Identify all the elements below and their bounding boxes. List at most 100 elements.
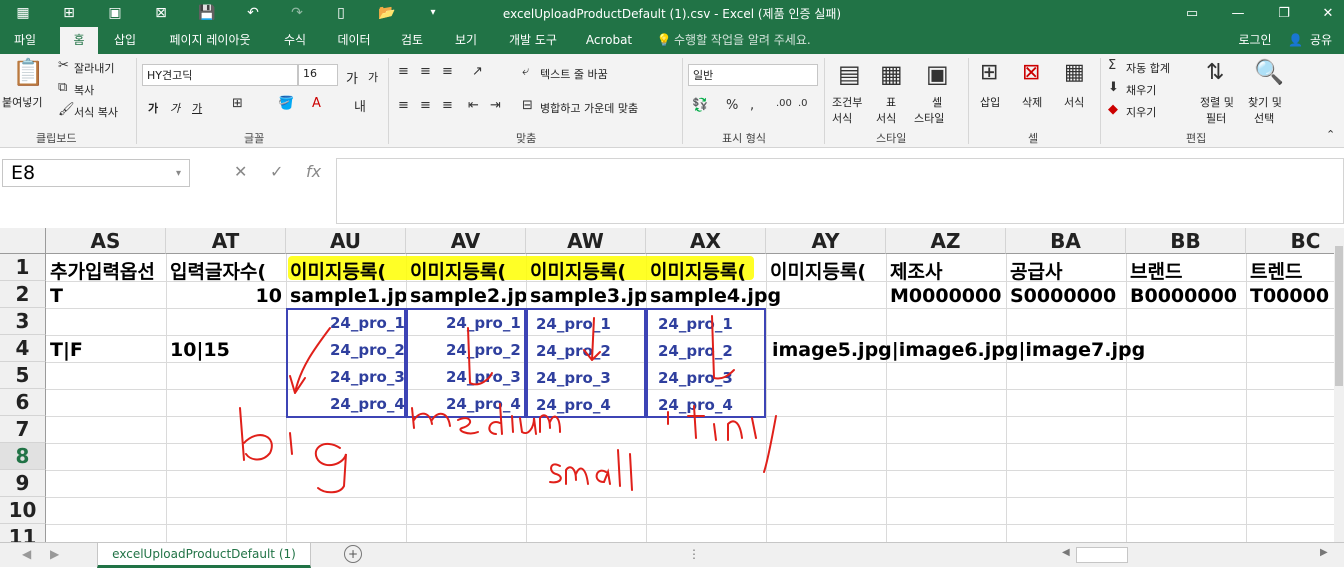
number-format-select[interactable]: 일반 (688, 64, 818, 86)
close-icon[interactable]: ✕ (1316, 4, 1340, 24)
merge-center-button[interactable]: 병합하고 가운데 맞춤 (540, 100, 638, 116)
align-bottom-icon[interactable]: ≡ (442, 64, 453, 79)
fill-button[interactable]: 채우기 (1126, 82, 1156, 98)
decrease-decimal-icon[interactable]: .0 (798, 98, 808, 109)
find-select-button-2[interactable]: 선택 (1254, 110, 1274, 126)
tab-acrobat[interactable]: Acrobat (580, 27, 638, 54)
increase-decimal-icon[interactable]: .00 (776, 98, 792, 109)
format-table-button-2[interactable]: 서식 (876, 110, 896, 126)
tab-home[interactable]: 홈 (60, 27, 98, 54)
font-color-icon[interactable]: A (312, 96, 321, 111)
bold-button[interactable]: 가 (148, 100, 158, 116)
cell-styles-button-2[interactable]: 스타일 (914, 110, 944, 126)
add-sheet-button[interactable]: + (344, 545, 362, 563)
increase-indent-icon[interactable]: ⇥ (490, 98, 501, 113)
horizontal-scroll-thumb[interactable] (1076, 547, 1128, 563)
align-top-icon[interactable]: ≡ (398, 64, 409, 79)
worksheet-grid[interactable]: AS AT AU AV AW AX AY AZ BA BB BC 1 2 3 4… (0, 228, 1344, 542)
decrease-indent-icon[interactable]: ⇤ (468, 98, 479, 113)
tab-view[interactable]: 보기 (446, 27, 486, 54)
tell-me-search[interactable]: 수행할 작업을 알려 주세요. (674, 27, 834, 54)
format-table-button[interactable]: 표 (886, 94, 896, 110)
cancel-icon[interactable]: ✕ (234, 162, 247, 181)
cut-button[interactable]: 잘라내기 (74, 60, 114, 76)
ribbon-display-icon[interactable]: ▭ (1180, 4, 1204, 24)
minimize-icon[interactable]: — (1226, 4, 1250, 24)
tab-page-layout[interactable]: 페이지 레이아웃 (158, 27, 262, 54)
align-middle-icon[interactable]: ≡ (420, 64, 431, 79)
prev-sheet-icon[interactable]: ◀ (22, 547, 31, 561)
wrap-text-button[interactable]: 텍스트 줄 바꿈 (540, 66, 608, 82)
sheet-options-icon[interactable]: ⋮ (688, 547, 700, 561)
formula-input[interactable] (336, 158, 1344, 224)
restore-icon[interactable]: ❐ (1272, 4, 1296, 24)
tab-formulas[interactable]: 수식 (276, 27, 314, 54)
sort-filter-icon: ⇅ (1206, 60, 1225, 85)
vertical-scroll-thumb[interactable] (1335, 246, 1343, 386)
name-box[interactable]: E8 (2, 159, 190, 187)
currency-icon[interactable]: 💱 (692, 98, 708, 113)
format-painter-button[interactable]: 서식 복사 (74, 104, 118, 120)
conditional-format-button[interactable]: 조건부 (832, 94, 862, 110)
align-center-icon[interactable]: ≡ (420, 98, 431, 113)
sheet-tab-bar: ◀ ▶ excelUploadProductDefault (1) + ⋮ ◀ … (0, 542, 1344, 568)
person-icon: 👤 (1288, 33, 1303, 47)
sort-filter-button[interactable]: 정렬 및 (1200, 94, 1234, 110)
italic-button[interactable]: 가 (170, 100, 180, 116)
tab-insert[interactable]: 삽입 (106, 27, 144, 54)
sheet-tab[interactable]: excelUploadProductDefault (1) (97, 543, 311, 568)
find-select-button[interactable]: 찾기 및 (1248, 94, 1282, 110)
font-name-select[interactable]: HY견고딕 (142, 64, 298, 86)
tab-data[interactable]: 데이터 (328, 27, 380, 54)
formula-bar: E8 ▾ ✕ ✓ fx (0, 148, 1344, 228)
percent-icon[interactable]: % (726, 98, 738, 113)
scroll-right-icon[interactable]: ▶ (1320, 547, 1328, 558)
format-table-icon: ▦ (880, 60, 903, 88)
copy-icon: ⧉ (58, 80, 68, 95)
group-label-font: 글꼴 (244, 132, 265, 145)
group-label-styles: 스타일 (876, 132, 907, 145)
share-button[interactable]: 공유 (1304, 27, 1338, 54)
name-box-dropdown-icon[interactable]: ▾ (176, 168, 181, 179)
clipboard-paste-icon[interactable]: 📋 (12, 58, 44, 88)
cell-styles-icon: ▣ (926, 60, 949, 88)
phonetic-icon[interactable]: 내 (354, 96, 366, 115)
autosum-icon: Σ (1108, 58, 1117, 73)
insert-cells-button[interactable]: 삽입 (980, 94, 1000, 110)
login-link[interactable]: 로그인 (1232, 27, 1278, 54)
shrink-font-button[interactable]: 가 (368, 69, 378, 85)
cell-styles-button[interactable]: 셀 (932, 94, 942, 110)
vertical-scrollbar[interactable] (1334, 228, 1344, 542)
grow-font-button[interactable]: 가 (346, 68, 358, 87)
clear-button[interactable]: 지우기 (1126, 104, 1156, 120)
enter-icon[interactable]: ✓ (270, 162, 283, 181)
scissors-icon: ✂ (58, 58, 69, 73)
scroll-left-icon[interactable]: ◀ (1062, 547, 1070, 558)
orientation-icon[interactable]: ↗ (472, 64, 483, 79)
find-select-icon: 🔍 (1254, 58, 1284, 86)
tab-review[interactable]: 검토 (392, 27, 432, 54)
font-size-select[interactable]: 16 (298, 64, 338, 86)
next-sheet-icon[interactable]: ▶ (50, 547, 59, 561)
autosum-button[interactable]: 자동 합계 (1126, 60, 1170, 76)
fill-color-icon[interactable]: 🪣 (278, 96, 294, 111)
paste-button[interactable]: 붙여넣기 (2, 94, 42, 110)
underline-button[interactable]: 가 (192, 100, 202, 116)
border-icon[interactable]: ⊞ (232, 96, 243, 111)
align-left-icon[interactable]: ≡ (398, 98, 409, 113)
tab-file[interactable]: 파일 (4, 27, 46, 54)
format-cells-button[interactable]: 서식 (1064, 94, 1084, 110)
ribbon-home: 📋 붙여넣기 ✂ 잘라내기 ⧉ 복사 🖌 서식 복사 클립보드 HY견고딕 16… (0, 54, 1344, 148)
insert-function-button[interactable]: fx (306, 162, 321, 181)
merge-icon: ⊟ (522, 98, 533, 113)
collapse-ribbon-icon[interactable]: ⌃ (1326, 128, 1335, 141)
tab-developer[interactable]: 개발 도구 (500, 27, 566, 54)
sort-filter-button-2[interactable]: 필터 (1206, 110, 1226, 126)
conditional-format-button-2[interactable]: 서식 (832, 110, 852, 126)
format-cells-icon: ▦ (1064, 60, 1085, 85)
align-right-icon[interactable]: ≡ (442, 98, 453, 113)
comma-icon[interactable]: , (750, 98, 754, 113)
delete-cells-button[interactable]: 삭제 (1022, 94, 1042, 110)
copy-button[interactable]: 복사 (74, 82, 94, 98)
title-bar: ▦ ⊞ ▣ ⊠ 💾 ↶ ↷ ▯ 📂 ▾ excelUploadProductDe… (0, 0, 1344, 27)
